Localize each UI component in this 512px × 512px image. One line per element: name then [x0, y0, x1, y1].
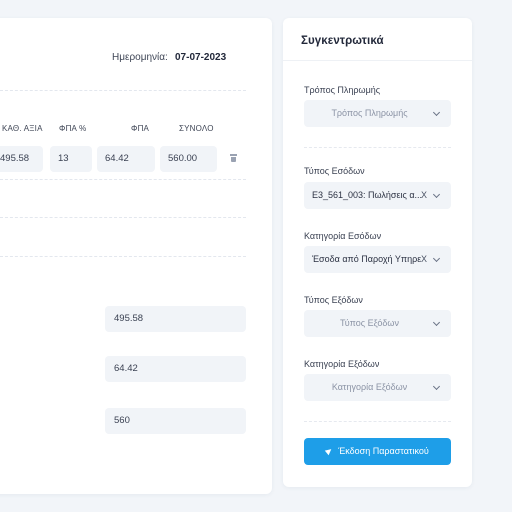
income-type-select[interactable]: E3_561_003: Πωλήσεις α... X	[304, 182, 451, 209]
net-value-input[interactable]: 495.58	[0, 146, 43, 172]
payment-method-placeholder: Τρόπος Πληρωμής	[331, 108, 408, 118]
payment-method-label: Τρόπος Πληρωμής	[304, 85, 381, 95]
divider	[304, 421, 451, 422]
divider	[0, 179, 246, 180]
expense-category-label: Κατηγορία Εξόδων	[304, 359, 380, 369]
column-header-total: ΣΥΝΟΛΟ	[179, 124, 214, 133]
vat-input[interactable]: 64.42	[97, 146, 155, 172]
send-icon	[324, 446, 334, 455]
expense-type-label: Τύπος Εξόδων	[304, 295, 363, 305]
divider	[0, 90, 246, 91]
grand-total-field: 560	[105, 408, 246, 434]
clear-icon[interactable]: X	[421, 246, 427, 273]
divider	[304, 147, 451, 148]
expense-type-select[interactable]: Τύπος Εξόδων	[304, 310, 451, 337]
expense-category-select[interactable]: Κατηγορία Εξόδων	[304, 374, 451, 401]
expense-type-placeholder: Τύπος Εξόδων	[340, 318, 399, 328]
column-header-net-value: ΚΑΘ. ΑΞΙΑ	[2, 124, 43, 133]
income-type-value: E3_561_003: Πωλήσεις α...	[312, 190, 423, 200]
income-category-label: Κατηγορία Εσόδων	[304, 231, 382, 241]
total-input[interactable]: 560.00	[160, 146, 217, 172]
column-header-vat-percent: ΦΠΑ %	[59, 124, 87, 133]
date-label: Ημερομηνία:	[112, 52, 168, 63]
income-category-value: Έσοδα από Παροχή Υπηρε	[312, 254, 422, 264]
column-header-vat: ΦΠΑ	[131, 124, 150, 133]
issue-document-label: Έκδοση Παραστατικού	[338, 446, 429, 456]
vat-percent-input[interactable]: 13	[50, 146, 92, 172]
chevron-down-icon	[432, 254, 441, 263]
divider	[0, 256, 246, 257]
net-total-field: 495.58	[105, 306, 246, 332]
divider	[0, 217, 246, 218]
summary-title: Συγκεντρωτικά	[301, 35, 384, 47]
expense-category-placeholder: Κατηγορία Εξόδων	[331, 382, 408, 392]
chevron-down-icon	[432, 190, 441, 199]
payment-method-select[interactable]: Τρόπος Πληρωμής	[304, 100, 451, 127]
summary-divider	[283, 60, 472, 61]
income-type-label: Τύπος Εσόδων	[304, 166, 365, 176]
income-category-select[interactable]: Έσοδα από Παροχή Υπηρε X	[304, 246, 451, 273]
vat-total-field: 64.42	[105, 356, 246, 382]
date-value: 07-07-2023	[175, 52, 227, 63]
trash-icon[interactable]	[230, 154, 237, 162]
issue-document-button[interactable]: Έκδοση Παραστατικού	[304, 438, 451, 465]
clear-icon[interactable]: X	[421, 182, 427, 209]
